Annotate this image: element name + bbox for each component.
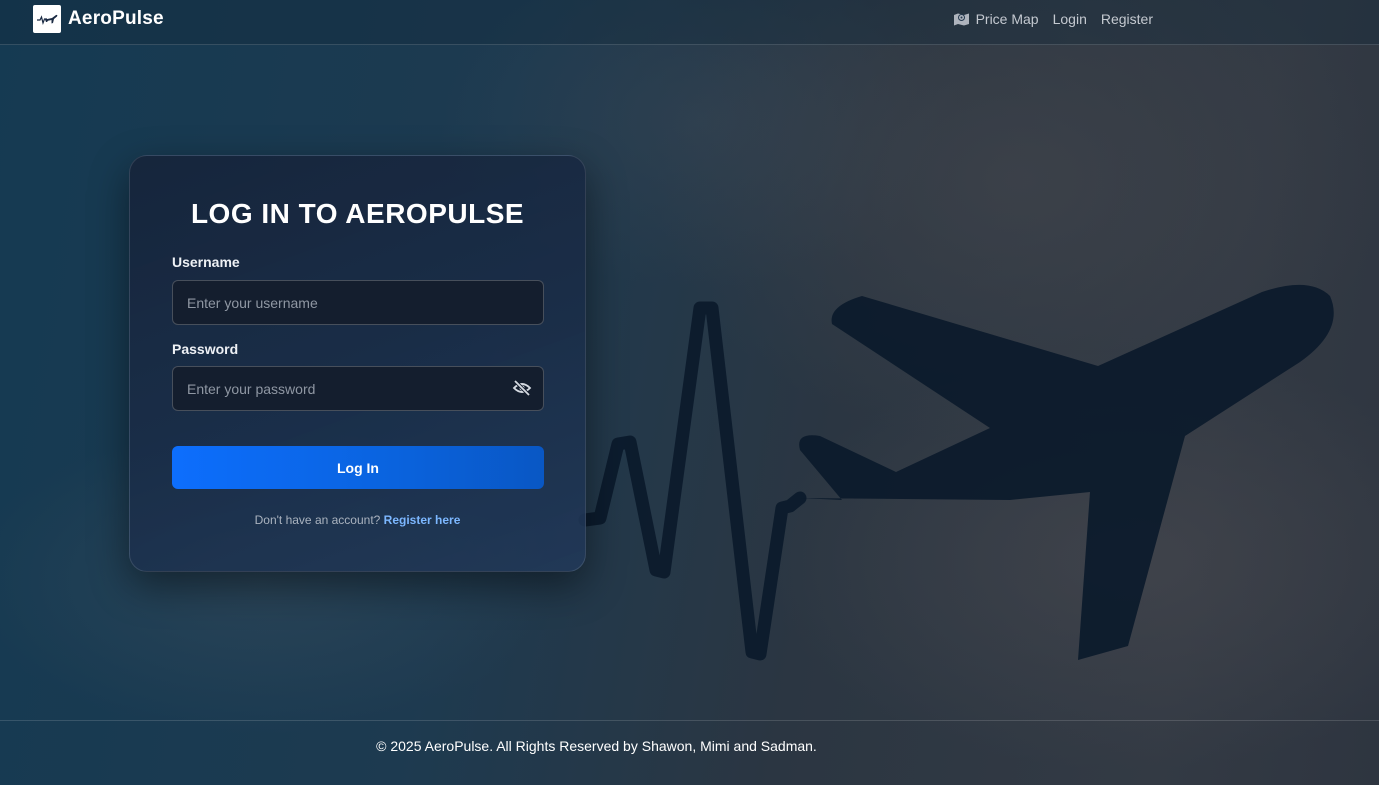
brand[interactable]: AeroPulse [33,5,164,33]
password-input[interactable] [172,366,544,411]
plane-pulse-icon [33,5,61,33]
nav-price-map-label: Price Map [975,11,1039,27]
nav-price-map[interactable]: Price Map [953,11,1039,27]
register-prompt: Don't have an account? Register here [130,513,585,527]
username-label: Username [172,254,240,270]
login-card: LOG IN TO AEROPULSE Username Password Lo… [129,155,586,572]
nav-register[interactable]: Register [1101,11,1153,27]
map-icon [953,12,970,26]
username-input[interactable] [172,280,544,325]
brand-name: AeroPulse [68,8,164,29]
eye-slash-icon[interactable] [512,379,532,397]
footer: © 2025 AeroPulse. All Rights Reserved by… [0,720,1379,783]
footer-copyright: © 2025 AeroPulse. All Rights Reserved by… [376,738,817,754]
login-button[interactable]: Log In [172,446,544,489]
login-title: LOG IN TO AEROPULSE [190,198,525,229]
register-prompt-text: Don't have an account? [254,513,381,527]
nav-login[interactable]: Login [1053,11,1087,27]
password-label: Password [172,341,239,357]
nav-links: Price Map Login Register [953,11,1153,27]
nav-register-label: Register [1100,11,1153,27]
register-here-link[interactable]: Register here [384,513,461,527]
top-navbar: AeroPulse Price Map Login Register [0,0,1379,45]
nav-login-label: Login [1052,11,1087,27]
